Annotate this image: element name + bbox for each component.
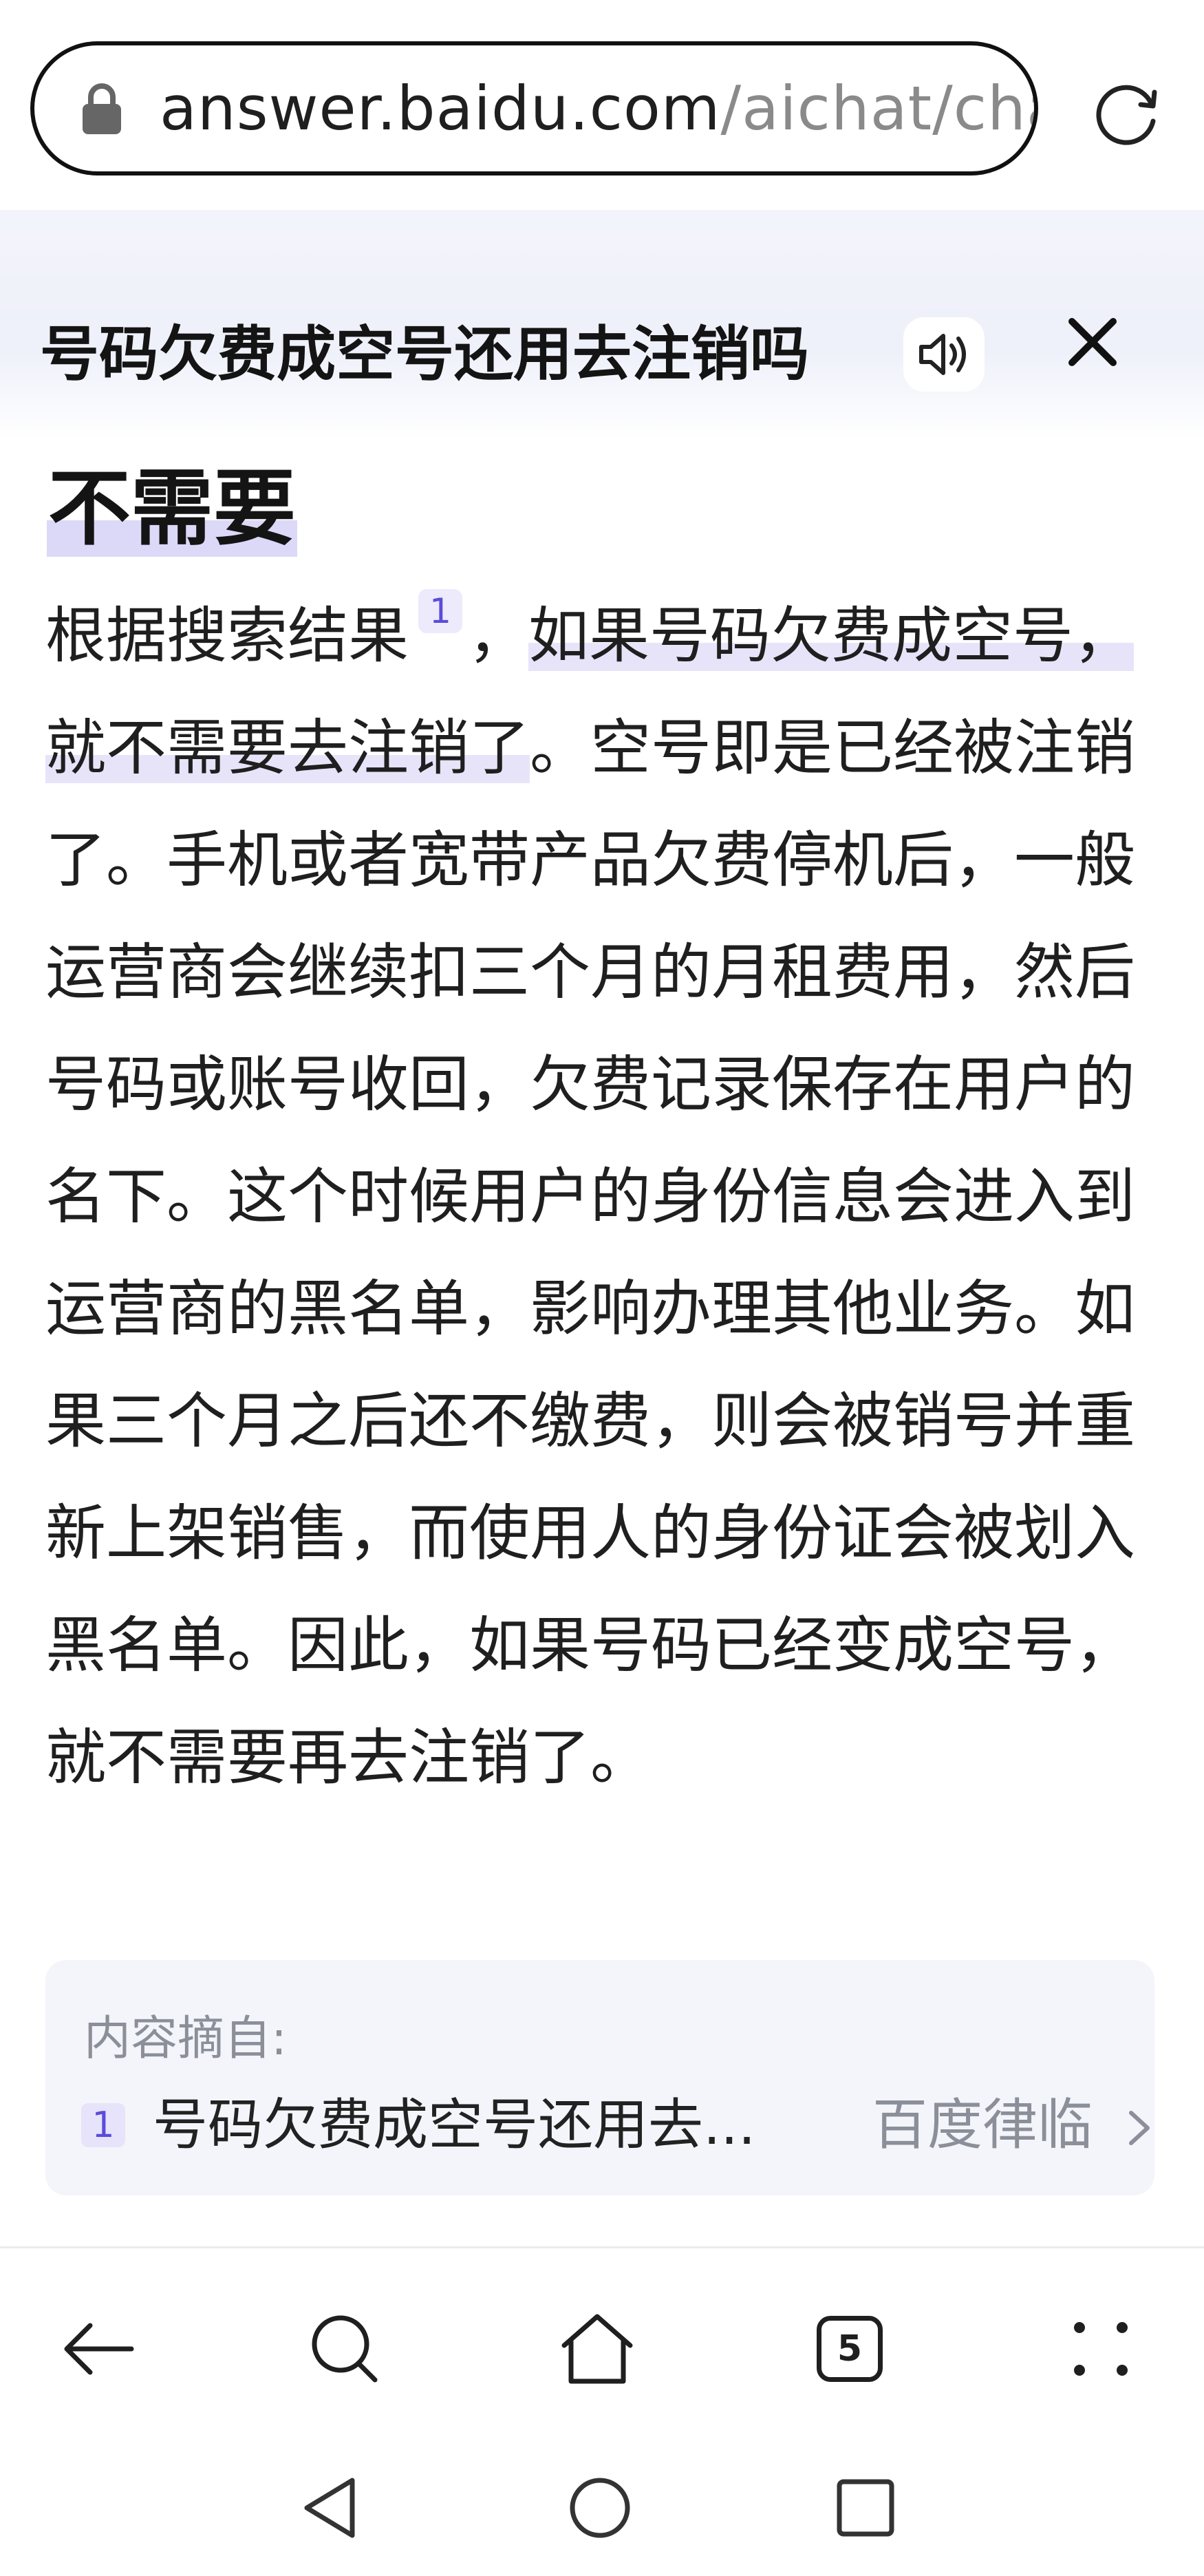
- source-title: 号码欠费成空号还用去...: [153, 2093, 756, 2157]
- source-site: 百度律临: [872, 2093, 1093, 2157]
- search-button[interactable]: [304, 2308, 387, 2390]
- back-button[interactable]: [56, 2308, 139, 2390]
- source-item[interactable]: 1 号码欠费成空号还用去... 百度律临: [81, 2091, 1150, 2167]
- nav-home-icon[interactable]: [566, 2473, 634, 2542]
- reload-icon[interactable]: [1091, 77, 1163, 149]
- tabs-button[interactable]: 5: [808, 2308, 891, 2390]
- speaker-icon: [919, 334, 966, 375]
- answer-body: 根据搜索结果 1 ，如果号码欠费成空号，就不需要去注销了。空号即是已经被注销了。手机…: [45, 579, 1160, 1813]
- url-path: /aichat/chat: [720, 73, 1034, 144]
- home-button[interactable]: [556, 2308, 638, 2390]
- back-arrow-icon: [64, 2323, 134, 2375]
- source-card: 内容摘自: 1 号码欠费成空号还用去... 百度律临: [45, 1960, 1154, 2195]
- chevron-right-icon: [1129, 2111, 1150, 2145]
- home-icon: [561, 2314, 633, 2384]
- search-icon: [312, 2315, 378, 2383]
- speaker-button[interactable]: [903, 317, 985, 392]
- more-icon: [1074, 2322, 1128, 2376]
- answer-comma: ，: [468, 600, 529, 671]
- answer-rest: 。空号即是已经被注销了。手机或者宽带产品欠费停机后，一般运营商会继续扣三个月的月…: [45, 712, 1136, 1793]
- tab-count: 5: [837, 2328, 863, 2370]
- url-field[interactable]: answer.baidu.com/aichat/chat: [30, 41, 1038, 175]
- source-label: 内容摘自:: [84, 2012, 287, 2066]
- tabs-icon: 5: [817, 2316, 883, 2382]
- nav-back-icon[interactable]: [297, 2473, 366, 2542]
- lock-icon: [83, 83, 121, 134]
- question-title: 号码欠费成空号还用去注销吗: [40, 320, 809, 389]
- answer-headline: 不需要: [47, 458, 297, 561]
- answer-headline-text: 不需要: [47, 461, 297, 557]
- system-nav-bar: [0, 2439, 1204, 2576]
- answer-lead: 根据搜索结果: [45, 600, 409, 671]
- more-button[interactable]: [1060, 2308, 1142, 2390]
- source-number: 1: [81, 2103, 125, 2147]
- citation-badge[interactable]: 1: [418, 589, 463, 633]
- url-host: answer.baidu.com: [160, 73, 721, 144]
- browser-address-bar: answer.baidu.com/aichat/chat: [0, 0, 1204, 210]
- url-text: answer.baidu.com/aichat/chat: [160, 73, 1034, 144]
- browser-toolbar: 5: [0, 2246, 1204, 2441]
- close-icon[interactable]: [1065, 315, 1120, 370]
- nav-recents-icon[interactable]: [831, 2473, 900, 2542]
